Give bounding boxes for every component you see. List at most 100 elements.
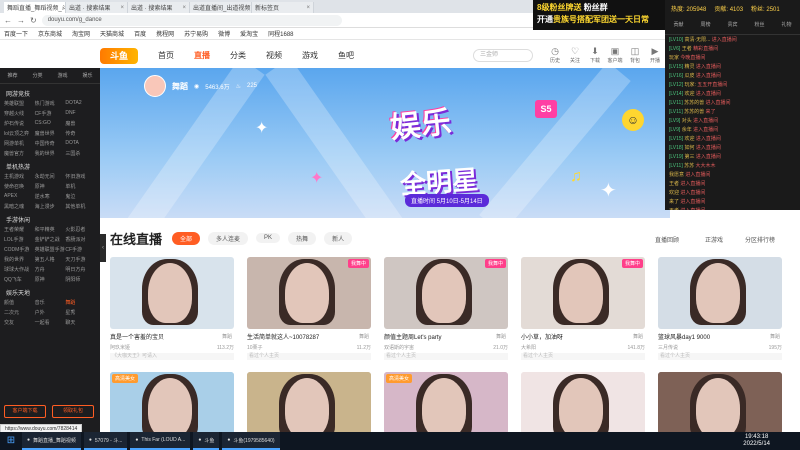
nav-live[interactable]: 直播 [194,50,210,61]
ranking-link[interactable]: 分区排行榜 [745,235,775,244]
close-icon[interactable]: × [120,5,124,11]
nav-game[interactable]: 游戏 [302,50,318,61]
sidebar-item[interactable]: DOTA2 [65,100,96,107]
sidebar-item[interactable]: 舞蹈 [65,299,96,306]
sidebar-item[interactable]: 王者荣耀 [4,226,35,233]
sidebar-tab[interactable]: 娱乐 [82,72,92,79]
live-card[interactable]: 我舞中 生活简单就这人~10078287 舞蹈 10栗子 11.2万 看过个人主… [247,257,371,362]
sidebar-item[interactable]: lol云顶之弈 [4,130,35,137]
sidebar-item[interactable]: 方舟 [35,266,66,273]
history-button[interactable]: ◷ 历史 [545,46,565,64]
sidebar-item[interactable]: 原神 [35,183,66,190]
sidebar-item[interactable]: 鬼泣 [65,193,96,200]
bookmark[interactable]: 同程1688 [268,29,293,38]
sidebar-item[interactable]: CS:GO [35,120,66,127]
sidebar-item[interactable]: 网游单机 [4,140,35,147]
sidebar-tab[interactable]: 游戏 [57,72,67,79]
live-card[interactable] [658,372,782,434]
search-input[interactable]: 三金师 [473,49,533,62]
sidebar-item[interactable]: 海上漫步 [35,203,66,210]
sidebar-item[interactable]: 英雄联盟 [4,100,35,107]
download-button[interactable]: ⬇ 下载 [585,46,605,64]
gift-pack-button[interactable]: 领取礼包 [52,405,94,418]
nav-home[interactable]: 首页 [158,50,174,61]
sidebar-item[interactable]: 天刀手游 [65,256,96,263]
sidebar-item[interactable]: 英雄联盟手游 [35,246,66,253]
filter-multi[interactable]: 多人连麦 [208,231,249,245]
sidebar-tab[interactable]: 分类 [32,72,42,79]
live-card[interactable]: 真是一个害羞的宝贝 舞蹈 阿玖米娅 113.2万 《大咖天王》可请入 [110,257,234,362]
stream-thumbnail[interactable]: 我舞中 [247,257,371,329]
browser-tab[interactable]: 出道 · 搜索结果 × [128,2,190,13]
sidebar-item[interactable]: 三国杀 [65,150,96,157]
sidebar-item[interactable]: 阴阳师 [65,276,96,283]
sidebar-item[interactable]: 明日方舟 [65,266,96,273]
filter-all[interactable]: 全部 [172,231,201,245]
sidebar-item[interactable]: 金铲铲之战 [35,236,66,243]
sidebar-item[interactable]: 主机游戏 [4,173,35,180]
chat-tab[interactable]: 贡献 [673,21,683,28]
live-card[interactable]: 我舞中 小小草，加油呀 舞蹈 大希阳 141.8万 看过个人主页 [521,257,645,362]
sidebar-item[interactable]: APEX [4,193,35,200]
sidebar-item[interactable]: 音乐 [35,299,66,306]
stream-thumbnail[interactable]: 我舞中 [521,257,645,329]
sidebar-item[interactable]: 魔兽世界 [35,130,66,137]
live-card[interactable]: 高清美女 [110,372,234,434]
sidebar-item[interactable]: 永劫无间 [35,173,66,180]
browser-tab[interactable]: 出道直播间_出道视频× [190,2,252,13]
bookmark[interactable]: 百度 [134,29,146,38]
sidebar-item[interactable]: 怀旧游戏 [65,173,96,180]
sidebar-item[interactable]: 和平精英 [35,226,66,233]
bookmark[interactable]: 爱淘宝 [240,29,258,38]
forward-icon[interactable]: → [17,16,25,25]
sidebar-item[interactable]: 我的世界 [4,256,35,263]
bookmark[interactable]: 百度一下 [4,29,28,38]
sidebar-item[interactable]: 黑暗之魂 [4,203,35,210]
sidebar-item[interactable]: DNF [65,110,96,117]
streamer-name[interactable]: 双语斯的宇宙 [384,344,414,351]
live-card[interactable] [521,372,645,434]
live-card[interactable]: 高清美女 [384,372,508,434]
bookmark[interactable]: 天猫商城 [100,29,124,38]
banner-anchor-info[interactable]: 舞蹈 ◉ 5463.6万 ♨ 225 [144,75,257,97]
stream-thumbnail[interactable]: 我舞中 [384,257,508,329]
sidebar-item[interactable]: DOTA [65,140,96,147]
stream-thumbnail[interactable]: 高清美女 [384,372,508,434]
sidebar-item[interactable]: 中国传奇 [35,140,66,147]
live-card[interactable] [247,372,371,434]
sidebar-item[interactable]: 我的世界 [35,150,66,157]
site-logo[interactable]: 斗鱼 [100,47,138,64]
back-icon[interactable]: ← [4,16,12,25]
close-icon[interactable]: × [182,5,186,11]
streamer-name[interactable]: 10栗子 [247,344,263,351]
sidebar-item[interactable]: CODM手游 [4,246,35,253]
sidebar-item[interactable]: LOL手游 [4,236,35,243]
close-icon[interactable]: × [306,5,310,11]
nav-fishbar[interactable]: 鱼吧 [338,50,354,61]
sidebar-item[interactable]: 单机 [65,183,96,190]
taskbar-item[interactable]: ● 斗鱼 [193,432,220,450]
sidebar-tab[interactable]: 推荐 [7,72,17,79]
chat-tab[interactable]: 粉丝 [754,21,764,28]
bookmark[interactable]: 苏宁易购 [184,29,208,38]
sidebar-item[interactable]: 二次元 [4,309,35,316]
sidebar-item[interactable]: CF手游 [35,110,66,117]
reload-icon[interactable]: ↻ [30,16,37,25]
client-download-button[interactable]: 客户端下载 [4,405,46,418]
sidebar-item[interactable]: 原神 [35,276,66,283]
bookmark[interactable]: 微博 [218,29,230,38]
url-field[interactable]: douyu.com/g_dance [41,14,342,26]
chat-tab[interactable]: 周榜 [700,21,710,28]
stream-thumbnail[interactable] [658,257,782,329]
stream-title[interactable]: 小小草，加油呀 [521,332,645,341]
stream-title[interactable]: 真是一个害羞的宝贝 [110,332,234,341]
sidebar-item[interactable]: CF手游 [65,246,96,253]
filter-new[interactable]: 新人 [324,231,353,245]
sidebar-item[interactable]: 逆水寒 [35,193,66,200]
event-banner[interactable]: 舞蹈 ◉ 5463.6万 ♨ 225 ✦ ✦ ✦ ♫ 娱乐 S5 全明星 直播时… [100,68,670,218]
stream-thumbnail[interactable]: 高清美女 [110,372,234,434]
sidebar-item[interactable]: 一起看 [35,319,66,326]
stream-thumbnail[interactable] [658,372,782,434]
sidebar-item[interactable]: 户外 [35,309,66,316]
live-card[interactable]: 我舞中 颜值主题周Let's party 舞蹈 双语斯的宇宙 21.0万 看过个… [384,257,508,362]
